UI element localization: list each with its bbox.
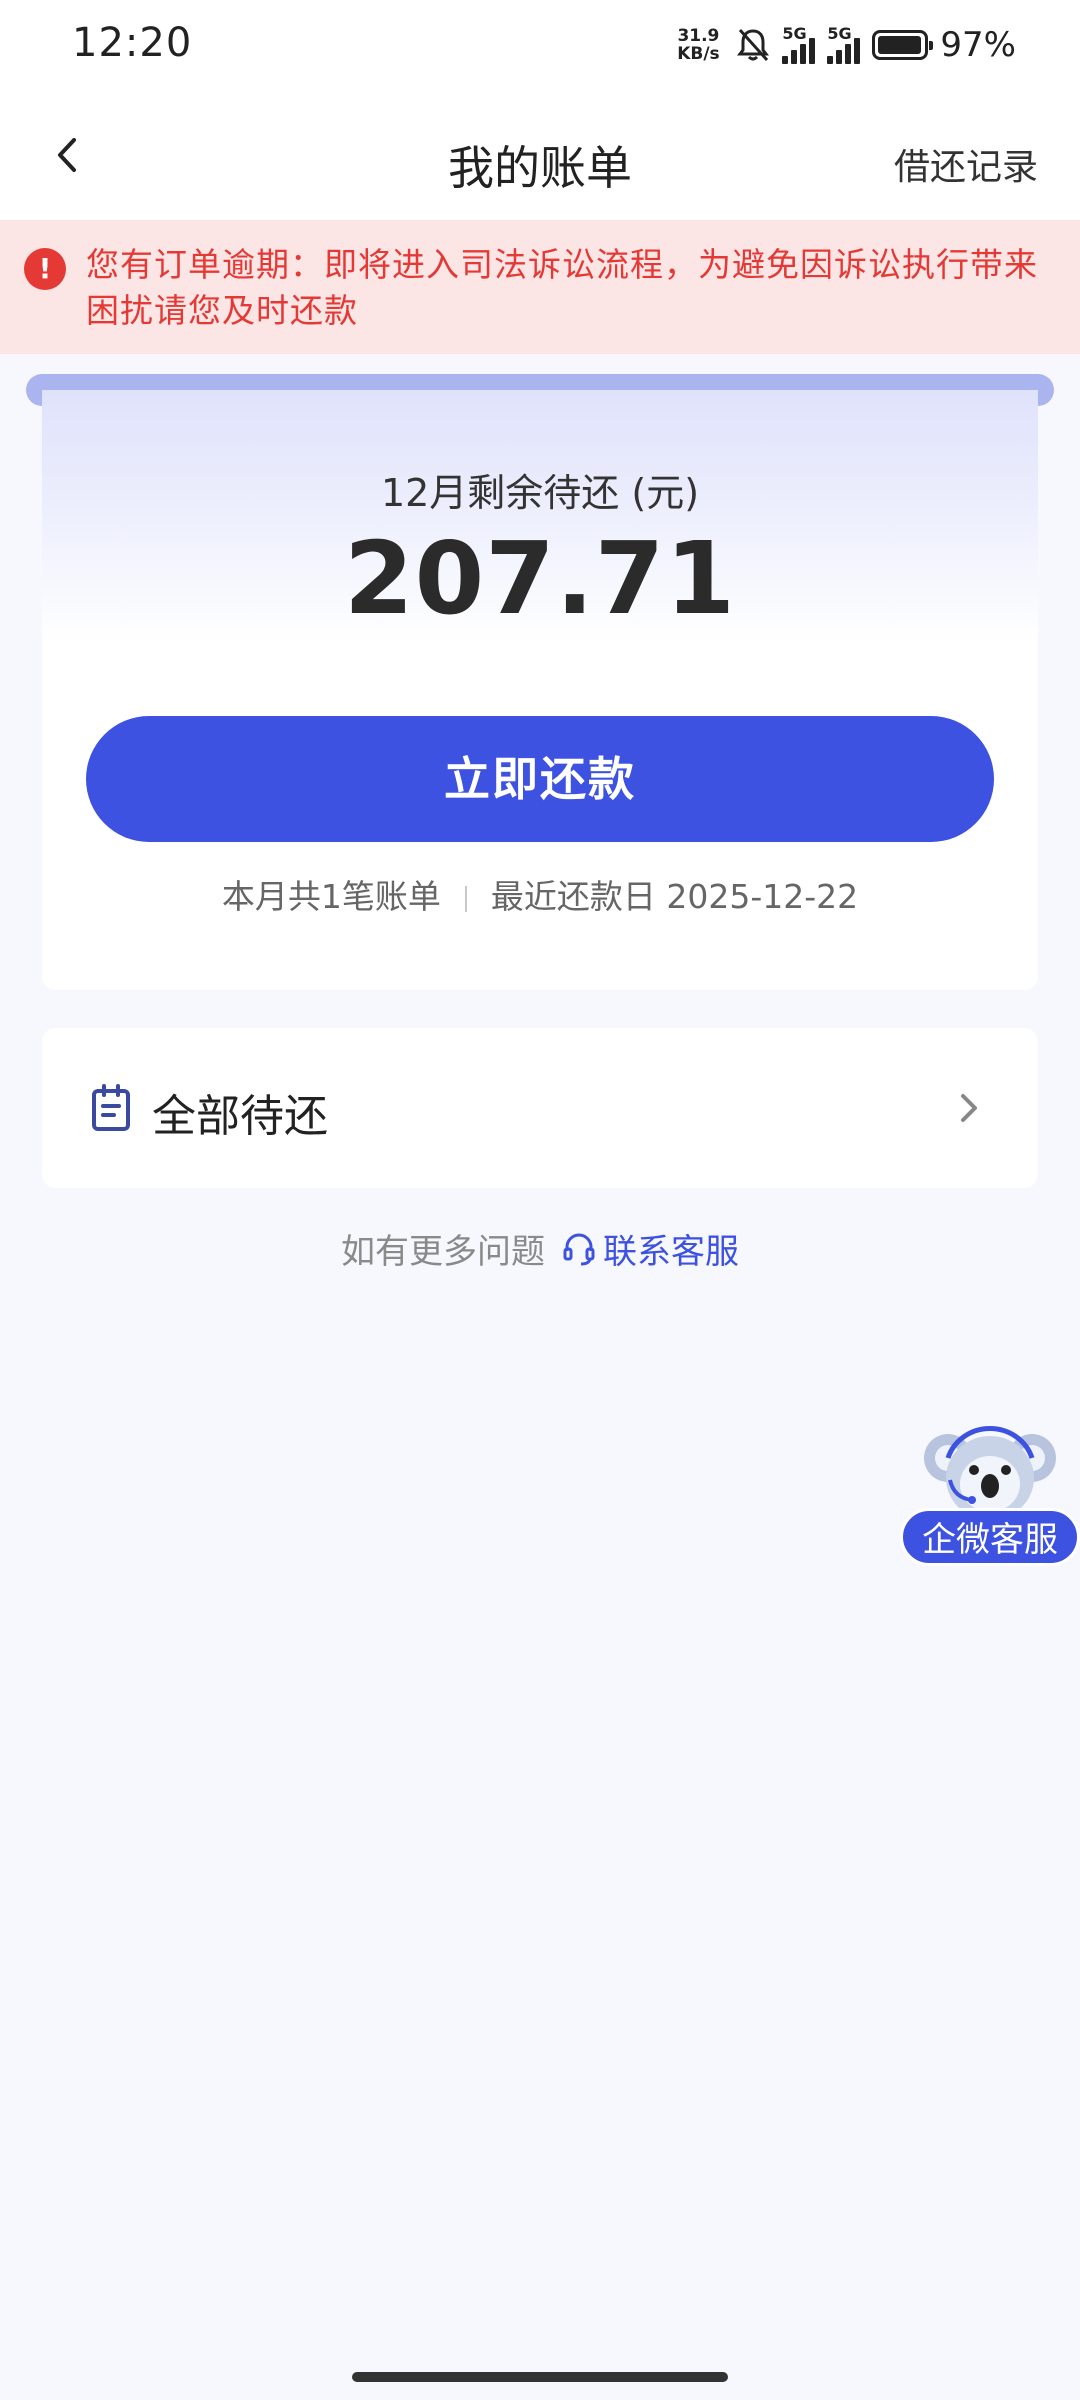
bill-list-icon: [92, 1084, 130, 1131]
divider: [464, 885, 467, 912]
floating-service-button[interactable]: 企微客服: [900, 1418, 1080, 1568]
all-pending-label: 全部待还: [152, 1091, 328, 1142]
remaining-due-label: 12月剩余待还 (元): [380, 471, 700, 515]
due-date: 最近还款日 2025-12-22: [490, 877, 859, 916]
net-speed-value: 31.9: [677, 26, 720, 46]
overdue-warning-banner: ! 您有订单逾期：即将进入司法诉讼流程，为避免因诉讼执行带来困扰请您及时还款: [0, 220, 1080, 354]
status-time: 12:20: [72, 20, 193, 66]
status-icons: 31.9 KB/s 5G 5G 97%: [672, 22, 1016, 68]
net-speed-unit: KB/s: [677, 44, 720, 64]
signal-2-label: 5G: [827, 24, 852, 43]
alert-icon: !: [24, 248, 66, 290]
home-indicator[interactable]: [352, 2372, 728, 2382]
remaining-due-amount: 207.71: [344, 520, 736, 637]
contact-service-link[interactable]: 联系客服: [603, 1224, 739, 1273]
overdue-warning-text: 您有订单逾期：即将进入司法诉讼流程，为避免因诉讼执行带来困扰请您及时还款: [86, 245, 1038, 330]
wecom-service-label: 企微客服: [900, 1508, 1080, 1566]
chevron-right-icon: [961, 1094, 977, 1122]
bill-count: 本月共1笔账单: [221, 877, 441, 916]
signal-1-label: 5G: [782, 24, 807, 43]
nav-bar: 我的账单 借还记录: [0, 90, 1080, 220]
signal-2-icon: 5G: [827, 24, 861, 64]
headset-icon: [563, 1233, 595, 1265]
bill-meta: 本月共1笔账单 最近还款日 2025-12-22: [42, 870, 1038, 918]
status-bar: 12:20 31.9 KB/s 5G 5G 97%: [0, 0, 1080, 90]
repay-now-button[interactable]: 立即还款: [86, 716, 994, 842]
bill-summary-card: 12月剩余待还 (元) 207.71 立即还款 本月共1笔账单 最近还款日 202…: [42, 390, 1038, 990]
battery-percent: 97%: [940, 25, 1016, 65]
all-pending-row[interactable]: 全部待还: [42, 1028, 1038, 1188]
help-line: 如有更多问题 联系客服: [0, 1224, 1080, 1273]
net-speed: 31.9 KB/s: [672, 27, 724, 63]
battery-fill: [878, 36, 922, 54]
signal-1-icon: 5G: [782, 24, 816, 64]
bell-muted-icon: [737, 28, 770, 62]
borrow-repay-history-link[interactable]: 借还记录: [894, 138, 1038, 190]
battery-icon: [872, 30, 934, 60]
help-prefix: 如有更多问题: [341, 1232, 545, 1272]
